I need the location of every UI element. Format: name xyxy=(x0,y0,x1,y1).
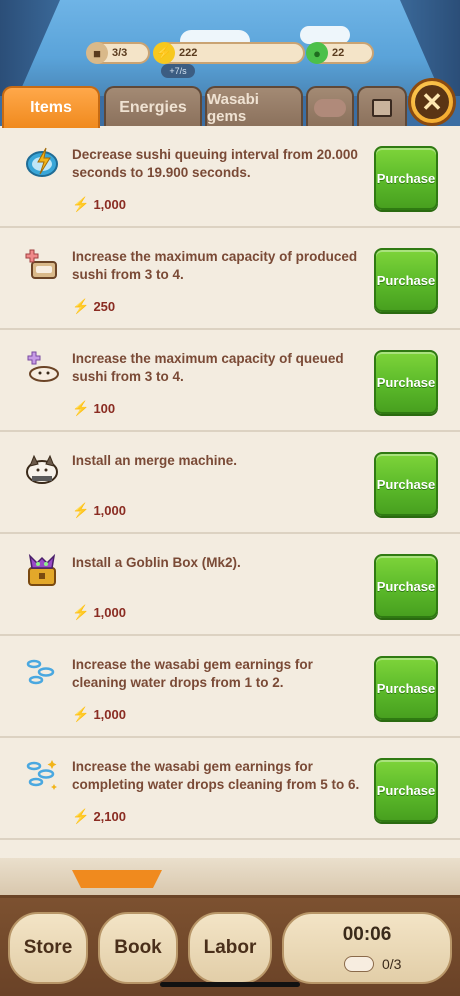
bolt-icon: ⚡ xyxy=(72,196,90,212)
book-button[interactable]: Book xyxy=(98,912,178,984)
bookmark-ribbon xyxy=(72,870,162,888)
cost-value: 1,000 xyxy=(93,503,126,518)
sushi-counter: ■ 3/3 xyxy=(86,42,150,64)
bolt-icon: ⚡ xyxy=(153,42,175,64)
cost-value: 2,100 xyxy=(93,809,126,824)
close-icon: ✕ xyxy=(415,85,449,119)
queue-plus-icon xyxy=(24,348,60,384)
list-item: Install a Goblin Box (Mk2). ⚡ 1,000 Purch… xyxy=(0,534,460,636)
cost-value: 100 xyxy=(93,401,116,416)
merge-machine-icon xyxy=(24,450,60,486)
energy-counter: ⚡ 222 xyxy=(153,42,305,64)
home-indicator xyxy=(160,982,300,987)
queue-count-value: 0/3 xyxy=(382,956,402,972)
water-drops-sparkle-icon xyxy=(24,756,60,792)
book-edge xyxy=(0,858,460,898)
gem-count: 22 xyxy=(332,47,345,59)
list-item: Increase the maximum capacity of produce… xyxy=(0,228,460,330)
list-item: Increase the wasabi gem earnings for com… xyxy=(0,738,460,840)
purchase-button[interactable]: Purchase xyxy=(374,554,438,618)
cost-value: 1,000 xyxy=(93,707,126,722)
tab-items[interactable]: Items xyxy=(2,86,100,128)
list-item: Decrease sushi queuing interval from 20.… xyxy=(0,126,460,228)
purchase-button[interactable]: Purchase xyxy=(374,656,438,720)
labor-button[interactable]: Labor xyxy=(188,912,272,984)
bolt-icon: ⚡ xyxy=(72,706,90,722)
purchase-button[interactable]: Purchase xyxy=(374,758,438,822)
picture-icon xyxy=(372,99,392,117)
items-list: Decrease sushi queuing interval from 20.… xyxy=(0,126,460,868)
bolt-icon: ⚡ xyxy=(72,298,90,314)
tab-creature[interactable] xyxy=(306,86,354,128)
energy-rate: +7/s xyxy=(161,64,195,78)
bolt-icon: ⚡ xyxy=(72,502,90,518)
item-cost: ⚡ 1,000 xyxy=(72,604,126,621)
clock-icon xyxy=(24,144,60,180)
item-description: Decrease sushi queuing interval from 20.… xyxy=(72,147,358,180)
item-description: Increase the maximum capacity of queued … xyxy=(72,351,344,384)
bolt-icon: ⚡ xyxy=(72,808,90,824)
tab-energies[interactable]: Energies xyxy=(104,86,202,128)
wasabi-gem-icon: ● xyxy=(306,42,328,64)
item-description: Increase the maximum capacity of produce… xyxy=(72,249,358,282)
goblin-box-icon xyxy=(24,552,60,588)
queue-count: 0/3 xyxy=(344,956,401,972)
sushi-icon: ■ xyxy=(86,42,108,64)
item-cost: ⚡ 100 xyxy=(72,400,115,417)
cost-value: 1,000 xyxy=(93,605,126,620)
item-description: Increase the wasabi gem earnings for com… xyxy=(72,759,360,792)
bolt-icon: ⚡ xyxy=(72,604,90,620)
purchase-button[interactable]: Purchase xyxy=(374,248,438,312)
cost-value: 250 xyxy=(93,299,116,314)
sushi-count: 3/3 xyxy=(112,47,128,59)
item-cost: ⚡ 250 xyxy=(72,298,115,315)
item-cost: ⚡ 1,000 xyxy=(72,706,126,723)
close-button[interactable]: ✕ xyxy=(408,78,456,126)
bolt-icon: ⚡ xyxy=(72,400,90,416)
purchase-button[interactable]: Purchase xyxy=(374,350,438,414)
tab-bar: Items Energies Wasabi gems xyxy=(0,86,460,128)
sushi-plus-icon xyxy=(24,246,60,282)
list-item: Increase the wasabi gem earnings for cle… xyxy=(0,636,460,738)
item-description: Install an merge machine. xyxy=(72,453,238,468)
list-item: Install an merge machine. ⚡ 1,000 Purchas… xyxy=(0,432,460,534)
cost-value: 1,000 xyxy=(93,197,126,212)
item-cost: ⚡ 1,000 xyxy=(72,502,126,519)
item-cost: ⚡ 2,100 xyxy=(72,808,126,825)
gem-counter: ● 22 xyxy=(306,42,374,64)
purchase-button[interactable]: Purchase xyxy=(374,146,438,210)
tab-gallery[interactable] xyxy=(357,86,407,128)
water-drops-icon xyxy=(24,654,60,690)
list-item: Increase the maximum capacity of queued … xyxy=(0,330,460,432)
tab-wasabi-gems[interactable]: Wasabi gems xyxy=(205,86,303,128)
item-description: Increase the wasabi gem earnings for cle… xyxy=(72,657,313,690)
item-description: Install a Goblin Box (Mk2). xyxy=(72,555,241,570)
purchase-button[interactable]: Purchase xyxy=(374,452,438,516)
sushi-icon xyxy=(344,956,374,972)
store-button[interactable]: Store xyxy=(8,912,88,984)
creature-icon xyxy=(314,99,346,117)
timer-value: 00:06 xyxy=(342,924,392,945)
energy-count: 222 xyxy=(179,47,198,59)
sushi-timer[interactable]: 00:06 0/3 xyxy=(282,912,452,984)
item-cost: ⚡ 1,000 xyxy=(72,196,126,213)
